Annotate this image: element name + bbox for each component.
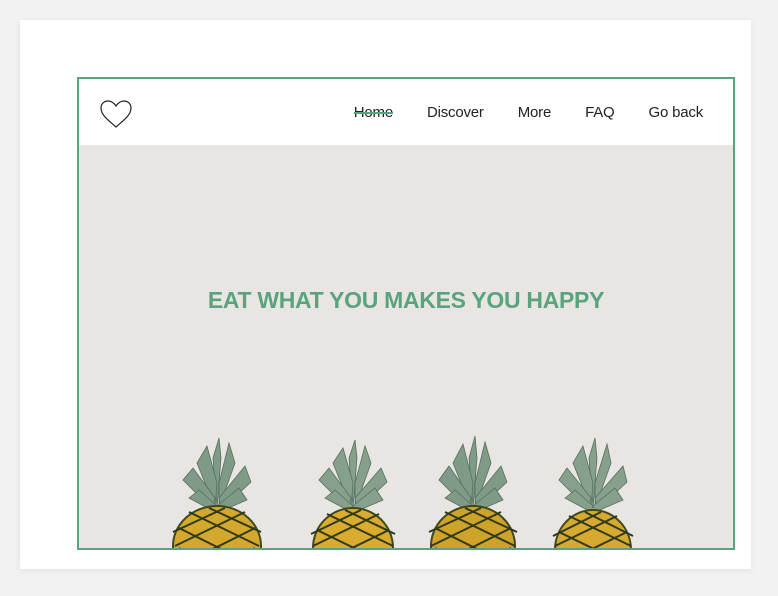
pineapple-image [310,439,396,548]
website-frame: Home Discover More FAQ Go back EAT WHAT … [77,77,735,550]
hero-section: EAT WHAT YOU MAKES YOU HAPPY [79,145,733,548]
top-navbar: Home Discover More FAQ Go back [79,79,733,145]
pineapple-image [172,437,262,548]
page-card: Home Discover More FAQ Go back EAT WHAT … [20,20,751,569]
nav-go-back[interactable]: Go back [649,104,704,121]
nav-discover[interactable]: Discover [427,104,484,121]
main-nav: Home Discover More FAQ Go back [354,79,703,145]
hero-headline: EAT WHAT YOU MAKES YOU HAPPY [207,287,605,313]
nav-faq[interactable]: FAQ [585,104,615,121]
heart-icon[interactable] [99,99,133,129]
nav-more[interactable]: More [518,104,552,121]
pineapple-image [552,437,634,548]
pineapple-image [428,435,518,548]
nav-home[interactable]: Home [354,104,393,121]
